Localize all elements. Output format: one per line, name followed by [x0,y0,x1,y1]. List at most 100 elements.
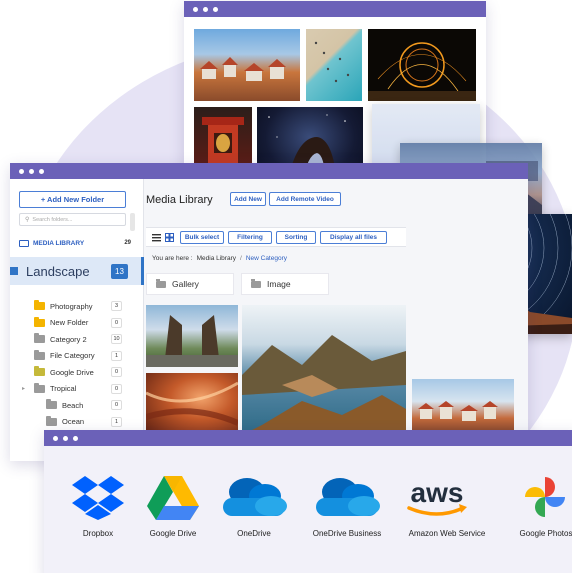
add-remote-video-button[interactable]: Add Remote Video [269,192,341,206]
folder-tile-label: Gallery [172,279,199,289]
folder-icon [46,415,57,426]
folder-icon [34,349,45,360]
breadcrumb-prefix: You are here : [152,255,193,262]
onedrive-icon [223,478,287,516]
folder-label: Landscape [26,263,90,279]
media-library-icon [19,239,29,247]
sidebar-scrollbar[interactable] [130,213,135,231]
breadcrumb-separator: / [240,255,242,262]
sidebar-folder-item[interactable]: Google Drive 0 [34,365,122,379]
folder-icon [34,382,45,393]
sidebar-folder-item[interactable]: Photography 3 [34,299,122,313]
sidebar-folder-item[interactable]: Beach 0 [46,398,122,412]
window-dot [29,168,34,174]
window-dot [203,6,208,12]
breadcrumb-current[interactable]: New Category [246,255,287,262]
folder-tile-gallery[interactable]: Gallery [146,273,234,295]
onedrive-business-service[interactable] [302,474,392,520]
sidebar-folder-item[interactable]: ▸ Tropical 0 [22,382,122,396]
folder-icon [156,278,166,288]
folder-label: Tropical [50,384,77,393]
onedrive-business-icon [316,478,380,516]
window-dot [63,435,68,441]
folder-count-badge: 13 [111,263,128,279]
page-title: Media Library [146,194,213,206]
folder-count: 3 [111,301,122,311]
folder-count: 1 [111,416,122,427]
dropbox-icon [72,476,124,520]
folder-landscape-selected[interactable]: Landscape 13 [10,257,144,285]
folder-count: 10 [111,334,122,344]
sidebar-folder-item[interactable]: Ocean 1 [46,415,122,429]
media-thumb-bali-gate[interactable] [146,305,238,367]
folder-label: Google Drive [50,367,94,377]
search-folders-input[interactable]: ⚲ Search folders... [19,213,126,226]
media-library-label: MEDIA LIBRARY [33,239,85,247]
window-dot [39,168,44,174]
google-photos-icon [525,477,565,517]
display-all-files-button[interactable]: Display all files [320,231,387,244]
folder-label: Photography [50,301,93,311]
amazon-web-service-label: Amazon Web Service [408,529,486,538]
bulk-select-button[interactable]: Bulk select [180,231,224,244]
folder-count: 0 [111,367,122,377]
folder-icon [34,316,45,327]
svg-text:aws: aws [411,477,464,508]
folder-icon [34,333,45,343]
photo-sparks[interactable] [368,29,476,101]
window-dot [73,435,78,441]
folder-tile-label: Image [267,279,291,289]
main-content: Media Library Add New Add Remote Video B… [144,179,528,461]
google-photos-label: Google Photos [519,529,572,538]
breadcrumb-parent[interactable]: Media Library [197,255,236,262]
window-titlebar [184,1,486,17]
grid-view-icon[interactable] [165,233,174,242]
photo-beach[interactable] [306,29,362,101]
add-new-folder-button[interactable]: + Add New Folder [19,191,126,208]
onedrive-label: OneDrive [237,529,271,538]
folder-label: Ocean [62,417,85,426]
google-drive-service[interactable] [128,474,218,520]
folder-icon [34,366,45,376]
sidebar-folder-item[interactable]: Category 2 10 [34,332,122,346]
folder-tile-image[interactable]: Image [241,273,329,295]
sidebar-folder-item[interactable]: New Folder 0 [34,316,122,330]
expand-caret-icon[interactable]: ▸ [22,385,25,392]
folder-count: 0 [111,317,122,328]
media-thumb-canyon[interactable] [146,373,238,435]
folder-label: Beach [62,400,84,410]
window-dot [53,435,58,441]
folder-label: Category 2 [50,334,87,344]
folder-count: 1 [111,350,122,361]
filtering-button[interactable]: Filtering [228,231,272,244]
folder-count: 0 [111,383,122,394]
media-thumb-island-bay[interactable] [242,305,406,435]
media-library-count: 29 [124,240,131,246]
folder-count: 0 [111,400,122,410]
photo-village[interactable] [194,29,300,101]
media-library-root[interactable]: MEDIA LIBRARY 29 [19,237,131,249]
onedrive-service[interactable] [209,474,299,520]
folder-icon [251,278,261,288]
sidebar-folder-item[interactable]: File Category 1 [34,349,122,363]
media-library-window: + Add New Folder ⚲ Search folders... MED… [10,163,528,461]
window-titlebar [44,430,572,446]
breadcrumb: You are here : Media Library / New Categ… [152,255,287,262]
sorting-button[interactable]: Sorting [276,231,316,244]
add-new-button[interactable]: Add New [230,192,266,206]
amazon-web-service[interactable]: aws [392,474,482,520]
folder-icon [46,399,57,409]
google-photos-service[interactable] [500,474,572,520]
aws-icon: aws [407,477,467,516]
selected-marker [10,267,18,275]
window-dot [19,168,24,174]
search-icon: ⚲ [25,217,30,223]
cloud-services-window: Dropbox Google Drive OneDrive OneDrive B… [44,430,572,573]
folder-label: File Category [50,351,95,360]
media-thumb-village[interactable] [412,379,514,435]
folder-icon [34,300,45,310]
window-dot [193,6,198,12]
list-view-icon[interactable] [152,233,161,242]
folder-sidebar: + Add New Folder ⚲ Search folders... MED… [10,179,144,461]
folder-label: New Folder [50,318,89,327]
